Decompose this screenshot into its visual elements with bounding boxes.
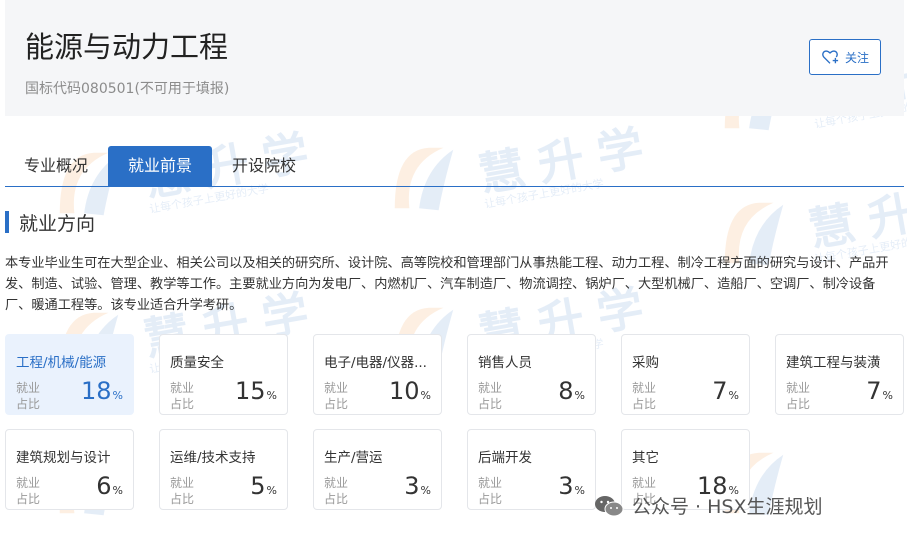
employment-card[interactable]: 采购 就业 占比 7%	[621, 334, 750, 415]
card-value: 7	[712, 377, 728, 405]
employment-card[interactable]: 电子/电器/仪器... 就业 占比 10%	[313, 334, 442, 415]
card-category: 建筑工程与装潢	[786, 355, 881, 371]
card-category: 其它	[632, 450, 659, 466]
employment-card[interactable]: 质量安全 就业 占比 15%	[159, 334, 288, 415]
card-value: 15	[235, 377, 266, 405]
section-description: 本专业毕业生可在大型企业、相关公司以及相关的研究所、设计院、高等院校和管理部门从…	[5, 256, 889, 313]
card-value: 7	[866, 377, 882, 405]
card-value: 6	[96, 472, 112, 500]
card-unit: %	[728, 389, 739, 402]
card-category: 采购	[632, 355, 659, 371]
tab-bar: 专业概况 就业前景 开设院校	[5, 146, 904, 187]
card-percentage: 3%	[404, 472, 431, 500]
section-title: 就业方向	[5, 208, 95, 236]
credit-text: 公众号 · HSX生涯规划	[632, 496, 823, 518]
card-category: 建筑规划与设计	[16, 450, 111, 466]
card-category: 销售人员	[478, 355, 532, 371]
card-value: 10	[389, 377, 420, 405]
employment-card[interactable]: 建筑工程与装潢 就业 占比 7%	[775, 334, 904, 415]
card-percentage: 7%	[712, 377, 739, 405]
card-percentage: 10%	[389, 377, 431, 405]
card-category: 电子/电器/仪器...	[324, 355, 427, 371]
employment-card[interactable]: 工程/机械/能源 就业 占比 18%	[5, 334, 134, 415]
card-category: 后端开发	[478, 450, 532, 466]
card-category: 质量安全	[170, 355, 224, 371]
card-unit: %	[574, 484, 585, 497]
wechat-credit: 公众号 · HSX生涯规划	[594, 492, 822, 519]
section-accent-bar	[5, 211, 9, 233]
card-label: 就业 占比	[786, 381, 811, 411]
employment-card[interactable]: 销售人员 就业 占比 8%	[467, 334, 596, 415]
card-value: 8	[558, 377, 574, 405]
tab-employment[interactable]: 就业前景	[108, 146, 212, 186]
employment-card[interactable]: 生产/营运 就业 占比 3%	[313, 429, 442, 510]
card-label: 就业 占比	[16, 381, 41, 411]
card-percentage: 8%	[558, 377, 585, 405]
card-percentage: 7%	[866, 377, 893, 405]
card-percentage: 18%	[81, 377, 123, 405]
card-label: 就业 占比	[170, 476, 195, 506]
card-value: 5	[250, 472, 266, 500]
page-title: 能源与动力工程	[25, 30, 229, 64]
card-percentage: 15%	[235, 377, 277, 405]
card-label: 就业 占比	[16, 476, 41, 506]
card-value: 18	[81, 377, 112, 405]
card-unit: %	[266, 484, 277, 497]
card-unit: %	[574, 389, 585, 402]
major-code: 国标代码080501(不可用于填报)	[25, 81, 230, 97]
card-label: 就业 占比	[632, 381, 657, 411]
card-category: 生产/营运	[324, 450, 383, 466]
card-label: 就业 占比	[170, 381, 195, 411]
card-unit: %	[420, 484, 431, 497]
employment-card[interactable]: 运维/技术支持 就业 占比 5%	[159, 429, 288, 510]
card-category: 运维/技术支持	[170, 450, 256, 466]
card-label: 就业 占比	[324, 381, 349, 411]
employment-card[interactable]: 建筑规划与设计 就业 占比 6%	[5, 429, 134, 510]
card-value: 3	[558, 472, 574, 500]
card-unit: %	[266, 389, 277, 402]
card-label: 就业 占比	[478, 381, 503, 411]
wechat-icon	[595, 495, 624, 516]
employment-card[interactable]: 后端开发 就业 占比 3%	[467, 429, 596, 510]
card-unit: %	[882, 389, 893, 402]
card-label: 就业 占比	[478, 476, 503, 506]
card-value: 3	[404, 472, 420, 500]
card-unit: %	[420, 389, 431, 402]
card-unit: %	[112, 484, 123, 497]
card-unit: %	[112, 389, 123, 402]
tab-overview[interactable]: 专业概况	[5, 146, 107, 186]
card-percentage: 6%	[96, 472, 123, 500]
follow-label: 关注	[844, 50, 869, 65]
card-percentage: 5%	[250, 472, 277, 500]
follow-button[interactable]: 关注	[809, 39, 881, 75]
section-title-text: 就业方向	[19, 212, 96, 235]
heart-plus-icon	[822, 50, 839, 64]
card-percentage: 3%	[558, 472, 585, 500]
card-category: 工程/机械/能源	[16, 355, 107, 371]
tab-universities[interactable]: 开设院校	[215, 146, 313, 186]
major-header: 能源与动力工程 国标代码080501(不可用于填报) 关注	[5, 0, 904, 116]
card-label: 就业 占比	[324, 476, 349, 506]
